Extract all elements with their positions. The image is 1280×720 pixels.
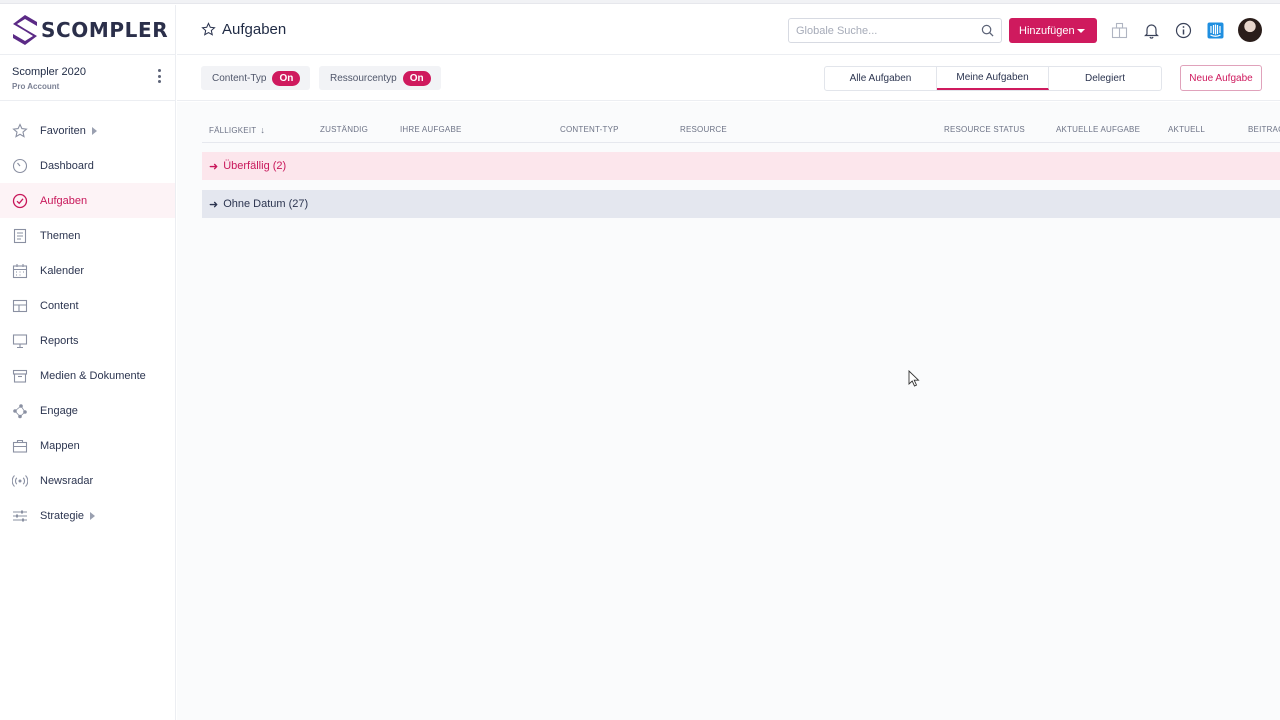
column-header-zustaendig[interactable]: ZUSTÄNDIG (320, 125, 368, 134)
sort-down-icon: ↓ (260, 125, 266, 135)
table-header: FÄLLIGKEIT ↓ ZUSTÄNDIG IHRE AUFGABE CONTE… (202, 116, 1280, 143)
caret-down-icon (1077, 29, 1085, 33)
chevron-right-icon (91, 126, 97, 135)
sidebar-item-label: Favoriten (40, 124, 86, 137)
arrow-right-icon: ➜ (209, 160, 219, 173)
account-name: Scompler 2020 (12, 66, 86, 78)
filter-toolbar: Content-Typ On Ressourcentyp On Alle Auf… (177, 56, 1280, 101)
page-title: Aufgaben (222, 21, 287, 38)
column-header-faelligkeit[interactable]: FÄLLIGKEIT ↓ (209, 125, 265, 135)
sidebar-item-engage[interactable]: Engage (0, 393, 175, 428)
chevron-right-icon (90, 511, 96, 520)
sidebar-item-aufgaben[interactable]: Aufgaben (0, 183, 175, 218)
sliders-icon (12, 508, 28, 524)
document-icon (12, 228, 28, 244)
sidebar-item-label: Newsradar (40, 474, 94, 487)
star-icon (12, 122, 28, 139)
task-table-area: FÄLLIGKEIT ↓ ZUSTÄNDIG IHRE AUFGABE CONTE… (177, 102, 1280, 720)
add-button[interactable]: Hinzufügen (1009, 18, 1097, 43)
calendar-icon (12, 263, 28, 279)
sidebar-item-label: Kalender (40, 264, 85, 277)
account-plan: Pro Account (12, 82, 60, 91)
filter-label: Content-Typ (212, 72, 267, 84)
sidebar-item-label: Reports (40, 334, 79, 347)
filter-content-type[interactable]: Content-Typ On (201, 66, 311, 90)
global-search (788, 18, 1002, 43)
sidebar-item-label: Engage (40, 404, 78, 417)
column-header-beitrag[interactable]: BEITRAG (1248, 125, 1280, 134)
kebab-menu-icon[interactable] (157, 69, 161, 83)
radar-icon (12, 473, 28, 489)
new-task-button[interactable]: Neue Aufgabe (1180, 65, 1262, 91)
window-top-bar (0, 0, 1280, 4)
top-header: Aufgaben Hinzufügen (177, 5, 1280, 55)
group-label: Ohne Datum (27) (223, 198, 309, 210)
bell-icon[interactable] (1143, 22, 1160, 39)
filter-toggle-badge[interactable]: On (272, 70, 301, 86)
group-row-overdue[interactable]: ➜ Überfällig (2) (202, 152, 1280, 180)
sidebar-item-label: Mappen (40, 439, 80, 452)
search-icon[interactable] (981, 24, 994, 37)
scompler-logo-icon (13, 14, 37, 45)
sidebar-item-label: Dashboard (40, 159, 94, 172)
group-label: Überfällig (2) (223, 160, 287, 172)
add-button-label: Hinzufügen (1019, 24, 1075, 37)
presentation-icon (12, 333, 28, 349)
sidebar-item-label: Medien & Dokumente (40, 369, 146, 382)
filter-toggle-badge[interactable]: On (402, 70, 431, 86)
sidebar: SCOMPLER Scompler 2020 Pro Account Favor… (0, 5, 176, 720)
package-icon[interactable] (1111, 22, 1128, 39)
user-avatar[interactable] (1238, 18, 1262, 42)
column-header-ihre-aufgabe[interactable]: IHRE AUFGABE (400, 125, 462, 134)
gauge-icon (12, 158, 28, 174)
info-icon[interactable] (1175, 22, 1192, 39)
intercom-icon[interactable] (1207, 22, 1224, 39)
search-input[interactable] (789, 19, 969, 42)
sidebar-item-mappen[interactable]: Mappen (0, 428, 175, 463)
group-row-no-date[interactable]: ➜ Ohne Datum (27) (202, 190, 1280, 218)
archive-icon (12, 368, 28, 384)
logo[interactable]: SCOMPLER (0, 5, 175, 55)
briefcase-icon (12, 438, 28, 454)
tab-delegiert[interactable]: Delegiert (1049, 67, 1161, 90)
check-circle-icon (12, 193, 28, 209)
tab-alle-aufgaben[interactable]: Alle Aufgaben (825, 67, 937, 90)
account-switcher[interactable]: Scompler 2020 Pro Account (0, 55, 175, 101)
sidebar-item-label: Strategie (40, 509, 85, 522)
arrow-right-icon: ➜ (209, 198, 219, 211)
filter-resource-type[interactable]: Ressourcentyp On (319, 66, 441, 90)
favorite-star-icon[interactable] (201, 22, 216, 37)
column-header-resource-status[interactable]: RESOURCE STATUS (944, 125, 1025, 134)
column-header-content-typ[interactable]: CONTENT-TYP (560, 125, 619, 134)
task-view-tabs: Alle Aufgaben Meine Aufgaben Delegiert (824, 66, 1162, 91)
sidebar-item-strategie[interactable]: Strategie (0, 498, 175, 533)
sidebar-item-favoriten[interactable]: Favoriten (0, 113, 175, 148)
sidebar-item-newsradar[interactable]: Newsradar (0, 463, 175, 498)
logo-text: SCOMPLER (41, 17, 169, 42)
sidebar-item-medien-dokumente[interactable]: Medien & Dokumente (0, 358, 175, 393)
column-header-aktuelle-aufgabe[interactable]: AKTUELLE AUFGABE (1056, 125, 1140, 134)
network-icon (12, 403, 28, 419)
grid-icon (12, 298, 28, 314)
column-header-resource[interactable]: RESOURCE (680, 125, 727, 134)
sidebar-item-themen[interactable]: Themen (0, 218, 175, 253)
sidebar-item-label: Aufgaben (40, 194, 88, 207)
mouse-cursor-icon (908, 370, 920, 387)
sidebar-item-content[interactable]: Content (0, 288, 175, 323)
sidebar-item-label: Themen (40, 229, 81, 242)
sidebar-item-dashboard[interactable]: Dashboard (0, 148, 175, 183)
column-header-aktuell[interactable]: AKTUELL (1168, 125, 1205, 134)
sidebar-item-reports[interactable]: Reports (0, 323, 175, 358)
filter-label: Ressourcentyp (330, 72, 397, 84)
sidebar-nav: Favoriten Dashboard Aufgaben Themen Kale… (0, 101, 175, 533)
tab-meine-aufgaben[interactable]: Meine Aufgaben (937, 67, 1049, 90)
sidebar-item-label: Content (40, 299, 79, 312)
sidebar-item-kalender[interactable]: Kalender (0, 253, 175, 288)
